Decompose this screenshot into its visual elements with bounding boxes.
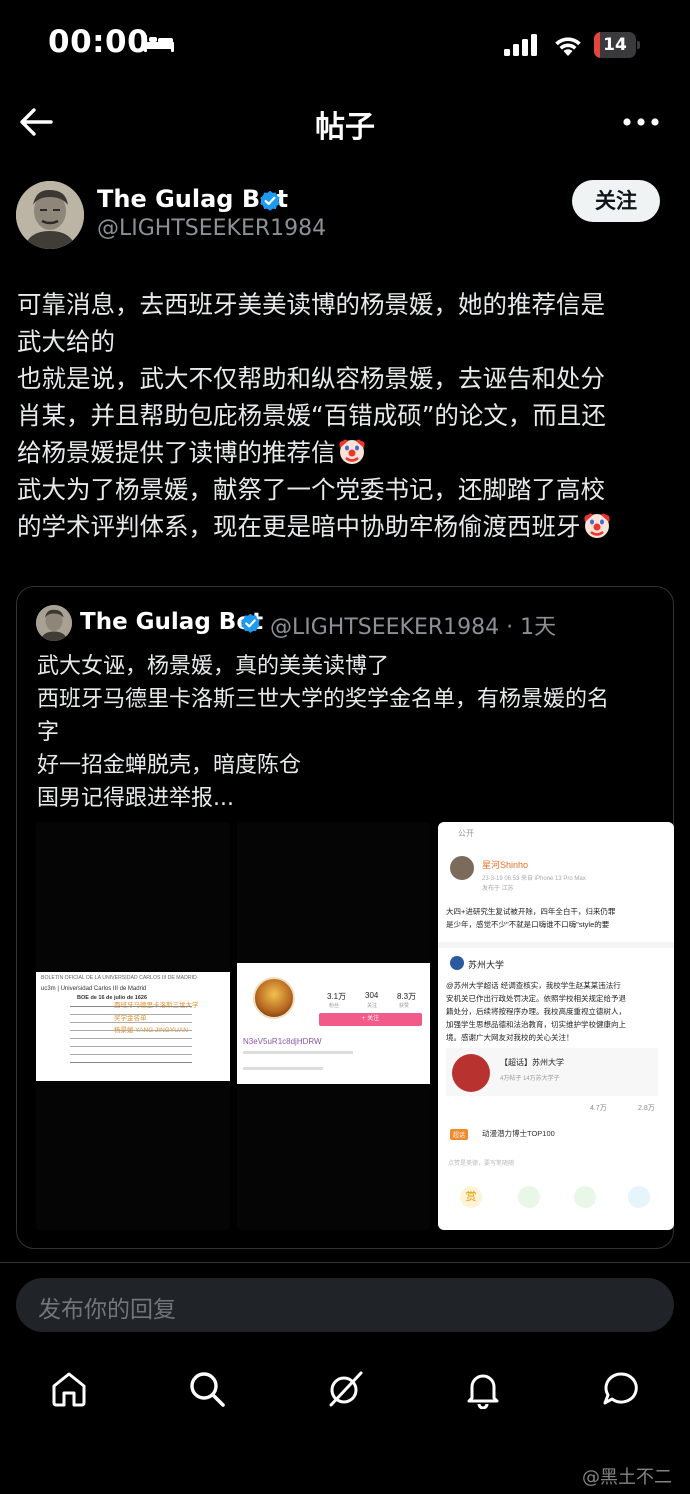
weibo-text: 是少年，感觉不少"不就是口嗨谁不口嗨"style的要 bbox=[446, 920, 610, 929]
quoted-handle-time: @LIGHTSEEKER1984 · 1天 bbox=[270, 615, 557, 640]
status-time: 00:00 bbox=[48, 24, 150, 60]
moments-icon bbox=[574, 1186, 596, 1208]
visibility-label: 公开 bbox=[458, 829, 474, 838]
tag-label: 超话 bbox=[450, 1129, 469, 1140]
profile-follow-button: + 关注 bbox=[319, 1013, 422, 1026]
post-line: 可靠消息，去西班牙美美读博的杨景媛，她的推荐信是 bbox=[17, 290, 605, 319]
profile-stat: 3.1万 bbox=[327, 992, 347, 1001]
search-icon[interactable] bbox=[187, 1369, 227, 1409]
post-line: 武大为了杨景媛，献祭了一个党委书记，还脚踏了高校 bbox=[17, 475, 605, 504]
clown-emoji-icon bbox=[583, 513, 610, 538]
quoted-author-name[interactable]: The Gulag Bot bbox=[80, 609, 263, 635]
page-title: 帖子 bbox=[315, 110, 375, 145]
share-icons: 赏 bbox=[438, 1182, 674, 1212]
doc-header: BOLETÍN OFICIAL DE LA UNIVERSIDAD CARLOS… bbox=[41, 975, 197, 981]
quoted-text: 武大女诬，杨景媛，真的美美读博了 西班牙马德里卡洛斯三世大学的奖学金名单，有杨景… bbox=[37, 650, 657, 815]
quoted-line: 字 bbox=[37, 720, 60, 745]
media-image-1[interactable]: BOLETÍN OFICIAL DE LA UNIVERSIDAD CARLOS… bbox=[36, 822, 230, 1230]
media-image-2[interactable]: 3.1万 304 8.3万 粉丝 关注 获赞 + 关注 N3eV5uR1c8dj… bbox=[237, 822, 430, 1230]
quoted-line: 国男记得跟进举报... bbox=[37, 786, 234, 811]
reward-icon: 赏 bbox=[460, 1186, 482, 1208]
follow-button[interactable]: 关注 bbox=[572, 180, 660, 222]
weibo-user: 星河Shinho bbox=[482, 860, 529, 870]
org-text: 籍处分，后续将按程序办理。我校高度重视立德树人， bbox=[446, 1007, 626, 1016]
verified-badge-icon bbox=[241, 613, 260, 633]
more-options-icon[interactable] bbox=[622, 116, 660, 128]
tag-text: 动漫潜力博士TOP100 bbox=[482, 1129, 555, 1138]
wechat-icon bbox=[518, 1186, 540, 1208]
profile-avatar bbox=[253, 977, 295, 1019]
battery-level: 14 bbox=[603, 35, 627, 55]
divider bbox=[0, 1262, 690, 1263]
post-line-with-emoji: 给杨景媛提供了读博的推荐信 bbox=[17, 434, 677, 471]
post-line: 武大给的 bbox=[17, 327, 115, 356]
post-line: 给杨景媛提供了读博的推荐信 bbox=[17, 438, 336, 467]
watermark: @黑土不二 bbox=[582, 1467, 672, 1488]
post-line-with-emoji: 的学术评判体系，现在更是暗中协助牢杨偷渡西班牙 bbox=[17, 508, 677, 545]
post-text: 可靠消息，去西班牙美美读博的杨景媛，她的推荐信是 武大给的 也就是说，武大不仅帮… bbox=[17, 286, 677, 545]
weibo-meta: 23-3-19 06:53 来自 iPhone 13 Pro Max bbox=[482, 876, 586, 882]
sleep-focus-icon bbox=[144, 35, 174, 52]
quoted-author-avatar[interactable] bbox=[36, 605, 72, 641]
post-line: 的学术评判体系，现在更是暗中协助牢杨偷渡西班牙 bbox=[17, 512, 581, 541]
profile-username: N3eV5uR1c8djHDRW bbox=[243, 1037, 322, 1046]
reply-placeholder: 发布你的回复 bbox=[38, 1297, 176, 1323]
org-name: 苏州大学 bbox=[468, 960, 505, 970]
super-topic-seal bbox=[452, 1054, 490, 1092]
org-text: @苏州大学超话 经调查核实，我校学生赵某某违法行 bbox=[446, 981, 621, 990]
portrait-avatar-image bbox=[36, 605, 72, 641]
quoted-line: 西班牙马德里卡洛斯三世大学的奖学金名单，有杨景媛的名 bbox=[37, 687, 610, 712]
post-line: 也就是说，武大不仅帮助和纵容杨景媛，去诬告和处分 bbox=[17, 364, 605, 393]
org-text: 加强学生思想品德和法治教育，切实维护学校健康向上 bbox=[446, 1020, 626, 1029]
profile-stat-label: 关注 bbox=[367, 1003, 378, 1009]
weibo-text: 大四+进研究生复试被开除，四年全白干，归来仍罪 bbox=[446, 907, 616, 916]
weibo-avatar bbox=[450, 856, 474, 880]
grok-icon[interactable] bbox=[325, 1369, 365, 1409]
home-icon[interactable] bbox=[49, 1369, 89, 1409]
repost-count: 4.7万 bbox=[590, 1105, 607, 1112]
super-topic-card: 【超话】苏州大学 4万帖子 14万苏大学子 bbox=[446, 1048, 658, 1096]
weibo-location: 发布于 江苏 bbox=[482, 886, 514, 892]
profile-stat-label: 获赞 bbox=[399, 1003, 410, 1009]
org-text: 安机关已作出行政处罚决定。依照学校相关规定给予退 bbox=[446, 994, 626, 1003]
comment-count: 2.8万 bbox=[638, 1105, 655, 1112]
verified-badge-icon bbox=[260, 190, 280, 211]
super-topic-title: 【超话】苏州大学 bbox=[500, 1058, 564, 1067]
comment-hint: 点赞是美德，要写笔随随 bbox=[448, 1161, 515, 1167]
cellular-signal-icon bbox=[504, 34, 537, 56]
clown-emoji-icon bbox=[338, 439, 365, 464]
qq-icon bbox=[628, 1186, 650, 1208]
messages-icon[interactable] bbox=[601, 1369, 641, 1409]
profile-stat: 304 bbox=[365, 991, 379, 1000]
media-image-3[interactable]: 公开 星河Shinho 23-3-19 06:53 来自 iPhone 13 P… bbox=[438, 822, 674, 1230]
battery-indicator: 14 bbox=[594, 32, 640, 58]
quoted-line: 好一招金蝉脱壳，暗度陈仓 bbox=[37, 753, 302, 778]
portrait-avatar-image bbox=[16, 181, 84, 249]
doc-university: uc3m | Universidad Carlos III de Madrid bbox=[41, 986, 147, 992]
profile-stat: 8.3万 bbox=[397, 992, 417, 1001]
author-handle: @LIGHTSEEKER1984 bbox=[97, 216, 327, 241]
notifications-bell-icon[interactable] bbox=[463, 1369, 503, 1409]
org-text: 境。感谢广大网友对我校的关心关注！ bbox=[446, 1033, 574, 1042]
wifi-icon bbox=[555, 37, 581, 56]
profile-stat-label: 粉丝 bbox=[329, 1003, 340, 1009]
org-avatar bbox=[450, 956, 464, 970]
post-line: 肖某，并且帮助包庇杨景媛“百错成硕”的论文，而且还 bbox=[17, 401, 606, 430]
quoted-line: 武大女诬，杨景媛，真的美美读博了 bbox=[37, 654, 390, 679]
author-avatar[interactable] bbox=[16, 181, 84, 249]
super-topic-meta: 4万帖子 14万苏大学子 bbox=[500, 1076, 560, 1082]
